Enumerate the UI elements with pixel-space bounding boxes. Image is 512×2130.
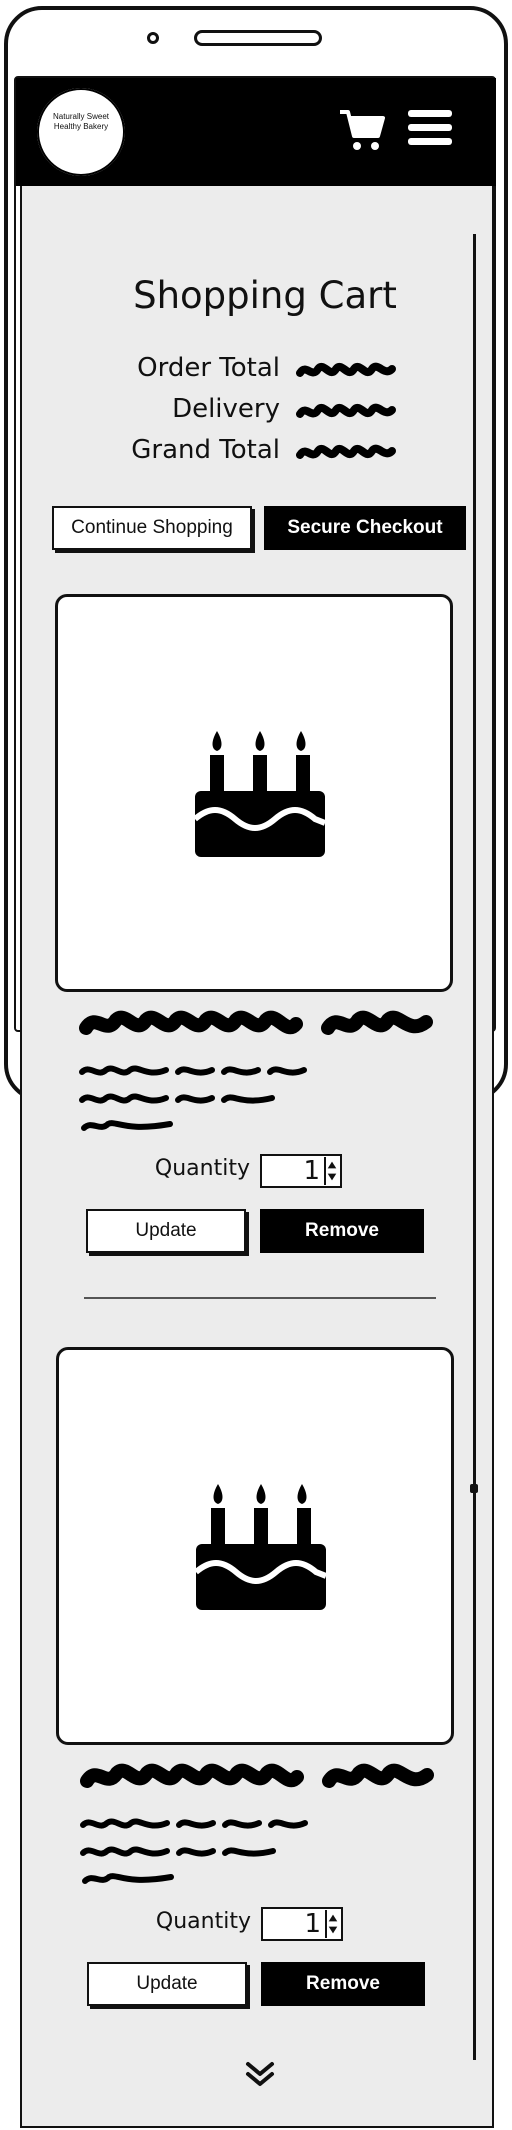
speaker-grille	[194, 30, 322, 46]
birthday-cake-icon	[195, 731, 325, 857]
product-description-placeholder	[80, 1818, 308, 1884]
logo-text: Naturally Sweet Healthy Bakery	[52, 112, 110, 131]
grand-total-value-placeholder	[296, 444, 396, 459]
product-name-placeholder	[79, 1010, 433, 1035]
order-total-label: Order Total	[137, 353, 280, 383]
spinner-arrows-icon[interactable]	[325, 1910, 339, 1938]
logo-ring	[37, 88, 125, 176]
delivery-value-placeholder	[296, 403, 396, 418]
product-name-placeholder	[80, 1763, 434, 1788]
quantity-label: Quantity	[154, 1156, 250, 1181]
delivery-label: Delivery	[172, 394, 280, 424]
quantity-value[interactable]: 1	[262, 1156, 320, 1186]
secure-checkout-button[interactable]: Secure Checkout	[264, 506, 466, 550]
remove-button[interactable]: Remove	[261, 1962, 425, 2006]
quantity-value[interactable]: 1	[263, 1909, 321, 1939]
double-chevron-down-icon[interactable]	[244, 2058, 276, 2090]
cart-icon[interactable]	[338, 106, 386, 154]
scrollbar-thumb[interactable]	[470, 1484, 478, 1493]
quantity-stepper[interactable]: 1	[260, 1154, 342, 1188]
remove-button[interactable]: Remove	[260, 1209, 424, 1253]
camera-icon	[147, 32, 159, 44]
birthday-cake-icon	[196, 1484, 326, 1610]
product-description-placeholder	[79, 1065, 307, 1131]
scrollbar-track[interactable]	[473, 234, 476, 2060]
update-button[interactable]: Update	[87, 1962, 247, 2006]
page-title: Shopping Cart	[133, 274, 397, 317]
update-button[interactable]: Update	[86, 1209, 246, 1253]
quantity-stepper[interactable]: 1	[261, 1907, 343, 1941]
grand-total-label: Grand Total	[131, 435, 280, 465]
spinner-arrows-icon[interactable]	[324, 1157, 338, 1185]
continue-shopping-button[interactable]: Continue Shopping	[52, 506, 252, 550]
item-divider	[84, 1297, 436, 1299]
order-total-value-placeholder	[296, 362, 396, 377]
quantity-label: Quantity	[155, 1909, 251, 1934]
hamburger-menu-icon[interactable]	[408, 108, 452, 148]
